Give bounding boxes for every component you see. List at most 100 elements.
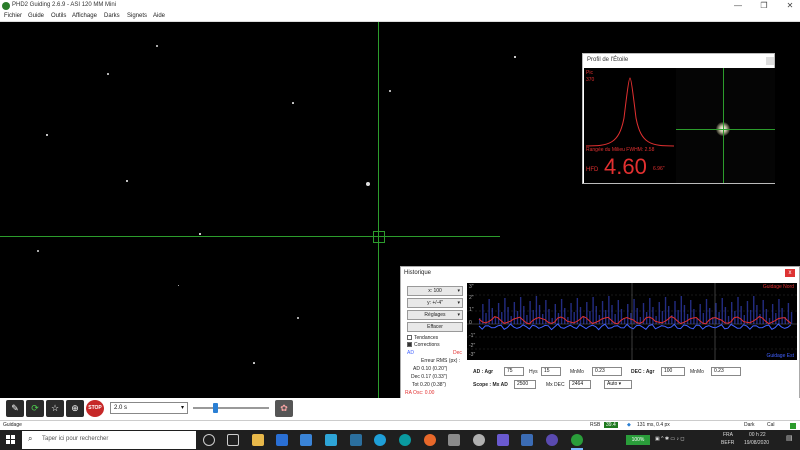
exposure-select[interactable]: 2.0 s ▾	[110, 402, 188, 414]
maximize-button[interactable]: ❐	[755, 0, 773, 12]
ra-mnmo-label: MnMo	[570, 369, 584, 375]
chevron-down-icon: ▾	[180, 405, 184, 411]
auto-select-star-icon[interactable]: ☆	[46, 400, 64, 417]
star[interactable]	[365, 181, 371, 187]
history-graph	[467, 283, 797, 360]
star-image	[676, 68, 775, 183]
grid-app-icon[interactable]	[521, 434, 533, 446]
search-placeholder: Taper ici pour rechercher	[42, 436, 109, 442]
task-view-icon[interactable]	[227, 434, 239, 446]
edge-icon[interactable]	[374, 434, 386, 446]
gamma-slider-track[interactable]	[193, 407, 269, 409]
menu-signets[interactable]: Signets	[127, 13, 147, 19]
photos-icon[interactable]	[350, 434, 362, 446]
menu-affichage[interactable]: Affichage	[72, 13, 97, 19]
gamma-slider-thumb[interactable]	[213, 403, 218, 413]
y-tick-m1: -1"	[469, 333, 476, 339]
guide-target-icon[interactable]: ⊕	[66, 400, 84, 417]
ra-agr-input[interactable]: 75	[504, 367, 524, 376]
guide-history-plot: 3" 2" 1" 0 -1" -2" -3" Guidage Nord Guid…	[467, 283, 797, 360]
trends-checkbox-box[interactable]	[407, 335, 412, 341]
mx-ad-input[interactable]: 2500	[514, 380, 536, 389]
plot-tag-north: Guidage Nord	[762, 284, 794, 290]
minimize-button[interactable]: —	[729, 0, 747, 12]
taskbar-search[interactable]: ⌕ Taper ici pour rechercher	[22, 431, 196, 449]
close-button[interactable]: ✕	[781, 0, 799, 12]
trends-checkbox[interactable]: Tendances	[407, 335, 438, 341]
rms-tot: Tot 0.20 (0.38")	[412, 382, 447, 388]
main-toolbar: ✎ ⟳ ☆ ⊕ STOP 2.0 s ▾ ✿	[0, 398, 800, 420]
mail-icon[interactable]	[300, 434, 312, 446]
star[interactable]	[514, 56, 516, 58]
dec-agr-input[interactable]: 100	[661, 367, 685, 376]
stop-icon[interactable]: STOP	[86, 400, 104, 417]
arduino-icon[interactable]	[399, 434, 411, 446]
stellarium-icon[interactable]	[473, 434, 485, 446]
dec-agr-label: DEC : Agr	[631, 369, 655, 375]
y-tick-1: 1"	[469, 307, 474, 313]
star[interactable]	[292, 102, 294, 104]
star[interactable]	[46, 134, 48, 136]
firefox-icon[interactable]	[424, 434, 436, 446]
x-scale-button[interactable]: x: 100 ▾	[407, 286, 463, 296]
star[interactable]	[297, 317, 299, 319]
corrections-checkbox[interactable]: Corrections	[407, 342, 440, 348]
app-diamond-icon[interactable]	[497, 434, 509, 446]
star[interactable]	[107, 73, 109, 75]
star[interactable]	[389, 90, 391, 92]
menu-darks[interactable]: Darks	[104, 13, 120, 19]
battery-indicator[interactable]: 100%	[626, 435, 650, 445]
planet-app-icon[interactable]	[546, 434, 558, 446]
fwhm-text: Rangée du Milieu FWHM: 2.58	[586, 147, 655, 153]
file-explorer-icon[interactable]	[252, 434, 264, 446]
settings-button[interactable]: Réglages ▾	[407, 310, 463, 320]
language-top[interactable]: FRA	[723, 432, 733, 438]
guide-star-box	[373, 231, 385, 243]
tray-icons[interactable]: ▣ ^ ✱ ▭ ♪ ◻	[655, 436, 685, 442]
star[interactable]	[253, 362, 255, 364]
y-tick-m2: -2"	[469, 343, 476, 349]
language-bottom[interactable]: BEFR	[721, 440, 734, 446]
star-profile-panel: Profil de l'Étoile Pic 370 Rangée du Mil…	[582, 53, 775, 184]
calculator-icon[interactable]	[448, 434, 460, 446]
status-bar: Guidage RSB 39.4 ◆ 131 ms, 0.4 px Dark C…	[0, 420, 800, 430]
guide-arrow-icon: ◆	[627, 422, 631, 428]
profile-graph: Pic 370 Rangée du Milieu FWHM: 2.58 HFD …	[584, 68, 676, 183]
phd2-taskbar-icon[interactable]	[571, 434, 583, 446]
star[interactable]	[155, 44, 159, 48]
window-title: PHD2 Guiding 2.6.9 - ASI 120 MM Mini	[12, 2, 117, 8]
store-icon[interactable]	[276, 434, 288, 446]
dec-mode-select[interactable]: Auto ▾	[604, 380, 632, 389]
clear-button[interactable]: Effacer	[407, 322, 463, 332]
y-scale-button[interactable]: y: +/-4" ▾	[407, 298, 463, 308]
menu-outils[interactable]: Outils	[51, 13, 66, 19]
connect-gear-icon[interactable]: ✎	[6, 400, 24, 417]
mx-dec-input[interactable]: 2464	[569, 380, 591, 389]
clock-date[interactable]: 19/08/2020	[744, 440, 769, 446]
cortana-icon[interactable]	[203, 434, 215, 446]
star[interactable]	[126, 180, 128, 182]
clock-time[interactable]: 00 h 22	[749, 432, 766, 438]
brain-icon[interactable]: ✿	[275, 400, 293, 417]
history-close-button[interactable]: x	[785, 269, 795, 277]
windows-taskbar: ⌕ Taper ici pour rechercher 100% ▣ ^ ✱ ▭…	[0, 430, 800, 450]
menu-guide[interactable]: Guide	[28, 13, 44, 19]
menu-aide[interactable]: Aide	[153, 13, 165, 19]
profile-title: Profil de l'Étoile	[587, 57, 629, 63]
corrections-checkbox-box[interactable]	[407, 342, 412, 348]
star[interactable]	[177, 284, 179, 286]
start-windows-icon[interactable]	[6, 435, 16, 445]
y-tick-2: 2"	[469, 295, 474, 301]
menu-fichier[interactable]: Fichier	[4, 13, 22, 19]
dec-mnmo-input[interactable]: 0.23	[711, 367, 741, 376]
rms-title: Erreur RMS (px) :	[421, 358, 461, 364]
hys-input[interactable]: 15	[541, 367, 561, 376]
star[interactable]	[37, 250, 39, 252]
security-icon[interactable]	[325, 434, 337, 446]
peak-value: 370	[586, 77, 595, 83]
star[interactable]	[199, 233, 201, 235]
notification-icon[interactable]: ▤	[786, 434, 793, 442]
ra-mnmo-input[interactable]: 0.23	[592, 367, 622, 376]
profile-close-button[interactable]	[766, 57, 774, 65]
loop-icon[interactable]: ⟳	[26, 400, 44, 417]
